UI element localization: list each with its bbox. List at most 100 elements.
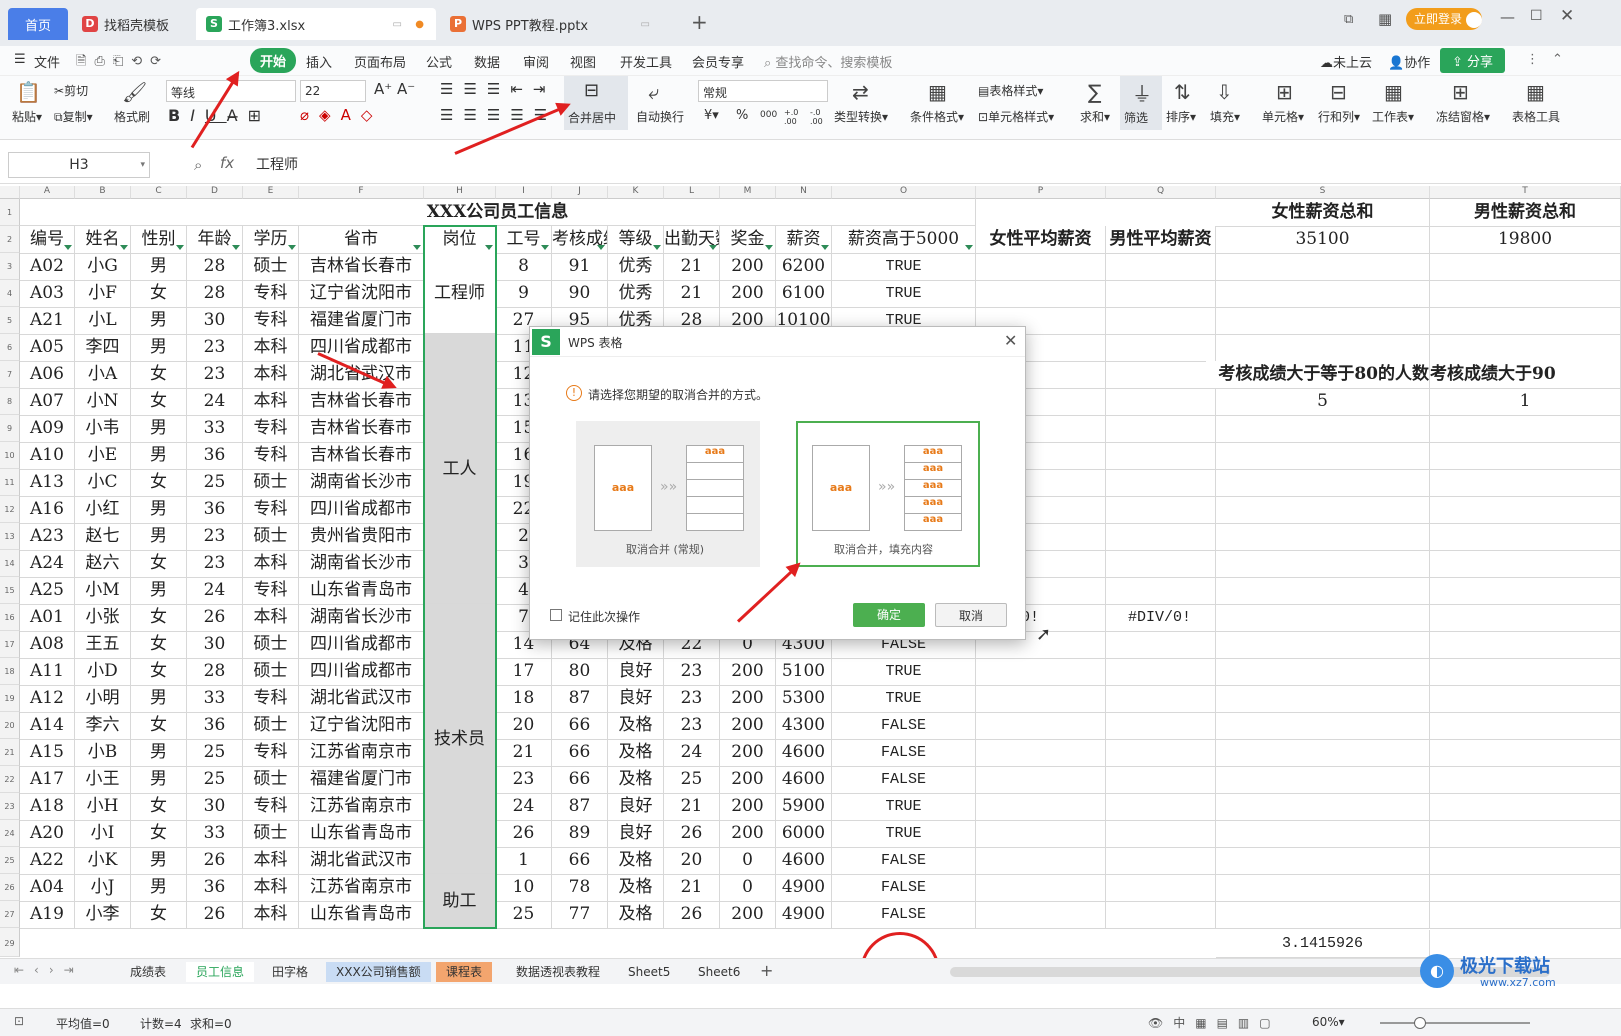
table-cell[interactable]: 200 bbox=[720, 766, 776, 794]
empty-cell[interactable] bbox=[1430, 550, 1621, 578]
table-cell[interactable]: 女 bbox=[131, 793, 187, 821]
empty-cell[interactable] bbox=[1106, 658, 1216, 686]
empty-cell[interactable] bbox=[976, 685, 1106, 713]
table-cell[interactable]: A16 bbox=[20, 496, 75, 524]
table-cell[interactable]: 17 bbox=[496, 658, 552, 686]
type-convert-icon[interactable]: ⇄ bbox=[852, 80, 869, 104]
quick-access-icons[interactable]: 🗎⎙⎗⟲⟳ bbox=[76, 52, 169, 74]
empty-cell[interactable] bbox=[1106, 523, 1216, 551]
empty-cell[interactable] bbox=[1106, 469, 1216, 497]
column-header[interactable]: T bbox=[1430, 186, 1621, 199]
count90-value[interactable]: 1 bbox=[1430, 388, 1621, 416]
table-cell[interactable]: A20 bbox=[20, 820, 75, 848]
row-header[interactable]: 2 bbox=[0, 226, 20, 253]
table-cell[interactable]: A12 bbox=[20, 685, 75, 713]
empty-cell[interactable] bbox=[1106, 334, 1216, 362]
table-cell[interactable]: A09 bbox=[20, 415, 75, 443]
empty-cell[interactable] bbox=[976, 712, 1106, 740]
table-cell[interactable]: 李六 bbox=[75, 712, 131, 740]
column-header[interactable]: F bbox=[299, 186, 424, 199]
empty-cell[interactable] bbox=[1216, 577, 1430, 605]
table-cell[interactable]: A13 bbox=[20, 469, 75, 497]
table-cell[interactable]: 女 bbox=[131, 604, 187, 632]
row-header[interactable]: 21 bbox=[0, 739, 20, 766]
menu-file[interactable]: 文件 bbox=[34, 52, 60, 71]
sheet-tab[interactable]: Sheet5 bbox=[618, 962, 680, 982]
table-cell[interactable]: 本科 bbox=[243, 901, 299, 929]
row-header[interactable]: 29 bbox=[0, 930, 20, 957]
empty-cell[interactable] bbox=[1216, 280, 1430, 308]
table-cell[interactable]: 24 bbox=[664, 739, 720, 767]
tab-docer[interactable]: D 找稻壳模板 bbox=[72, 8, 190, 40]
table-cell[interactable]: 专科 bbox=[243, 739, 299, 767]
column-title[interactable]: 学历 bbox=[243, 226, 299, 254]
table-cell[interactable]: 湖南省长沙市 bbox=[299, 604, 424, 632]
close-window-icon[interactable]: ✕ bbox=[1560, 6, 1574, 26]
table-cell[interactable]: 200 bbox=[720, 739, 776, 767]
empty-cell[interactable] bbox=[1106, 874, 1216, 902]
table-cell[interactable]: 女 bbox=[131, 631, 187, 659]
table-cell[interactable]: 24 bbox=[187, 388, 243, 416]
table-cell[interactable]: 女 bbox=[131, 550, 187, 578]
sort-button[interactable]: 排序▾ bbox=[1166, 108, 1196, 125]
empty-cell[interactable] bbox=[1106, 793, 1216, 821]
table-cell[interactable]: 小I bbox=[75, 820, 131, 848]
table-cell[interactable]: 福建省厦门市 bbox=[299, 766, 424, 794]
column-header[interactable]: I bbox=[496, 186, 552, 199]
table-cell[interactable]: 山东省青岛市 bbox=[299, 901, 424, 929]
format-painter-button[interactable]: 格式刷 bbox=[114, 108, 150, 125]
sheet-tab[interactable]: 员工信息 bbox=[186, 962, 255, 982]
column-header[interactable]: A bbox=[20, 186, 75, 199]
position-merged-cell[interactable]: 技术员 bbox=[424, 604, 496, 874]
row-header[interactable]: 8 bbox=[0, 388, 20, 415]
empty-cell[interactable] bbox=[1106, 307, 1216, 335]
table-cell[interactable]: 男 bbox=[131, 307, 187, 335]
table-cell[interactable]: A17 bbox=[20, 766, 75, 794]
column-title[interactable]: 奖金 bbox=[720, 226, 776, 254]
table-cell[interactable]: A14 bbox=[20, 712, 75, 740]
format-painter-icon[interactable]: 🖌 bbox=[122, 80, 147, 104]
empty-cell[interactable] bbox=[1430, 658, 1621, 686]
row-header[interactable]: 22 bbox=[0, 766, 20, 793]
table-cell[interactable]: FALSE bbox=[832, 766, 976, 794]
table-cell[interactable]: 硕士 bbox=[243, 766, 299, 794]
row-header[interactable]: 6 bbox=[0, 334, 20, 361]
filter-button[interactable]: ⏚ 筛选 bbox=[1120, 76, 1162, 130]
table-cell[interactable]: 90 bbox=[552, 280, 608, 308]
empty-cell[interactable] bbox=[1216, 847, 1430, 875]
column-title[interactable]: 性别 bbox=[131, 226, 187, 254]
row-header[interactable]: 19 bbox=[0, 685, 20, 712]
table-cell[interactable]: A19 bbox=[20, 901, 75, 929]
table-cell[interactable]: 小H bbox=[75, 793, 131, 821]
empty-cell[interactable] bbox=[1106, 496, 1216, 524]
table-cell[interactable]: 硕士 bbox=[243, 712, 299, 740]
cell-style-button[interactable]: ⊡单元格样式▾ bbox=[978, 108, 1054, 125]
empty-cell[interactable] bbox=[976, 874, 1106, 902]
row-header[interactable]: 24 bbox=[0, 820, 20, 847]
row-header[interactable]: 20 bbox=[0, 712, 20, 739]
empty-cell[interactable] bbox=[1430, 307, 1621, 335]
empty-cell[interactable] bbox=[976, 901, 1106, 929]
table-cell[interactable]: 9 bbox=[496, 280, 552, 308]
row-header[interactable]: 17 bbox=[0, 631, 20, 658]
sheet-nav-icons[interactable]: ⇤‹›⇥ bbox=[14, 963, 84, 977]
rowcol-icon[interactable]: ⊟ bbox=[1330, 80, 1347, 104]
paste-button[interactable]: 粘贴▾ bbox=[12, 108, 42, 125]
collapse-ribbon-icon[interactable]: ⌃ bbox=[1552, 52, 1563, 67]
female-sum-header[interactable]: 女性薪资总和 bbox=[1216, 199, 1430, 227]
cut-button[interactable]: ✂剪切 bbox=[54, 82, 88, 99]
table-cell[interactable]: 小A bbox=[75, 361, 131, 389]
collab-button[interactable]: 👤协作 bbox=[1388, 52, 1430, 71]
table-cell[interactable]: 小红 bbox=[75, 496, 131, 524]
thousand-sep-button[interactable]: 000 bbox=[760, 110, 777, 120]
table-cell[interactable]: FALSE bbox=[832, 874, 976, 902]
empty-cell[interactable] bbox=[1106, 766, 1216, 794]
empty-cell[interactable] bbox=[1106, 388, 1216, 416]
empty-cell[interactable] bbox=[1106, 712, 1216, 740]
table-cell[interactable]: 小F bbox=[75, 280, 131, 308]
row-header[interactable]: 25 bbox=[0, 847, 20, 874]
empty-cell[interactable] bbox=[976, 739, 1106, 767]
table-cell[interactable]: A15 bbox=[20, 739, 75, 767]
table-cell[interactable]: 小L bbox=[75, 307, 131, 335]
column-title[interactable]: 考核成绩 bbox=[552, 226, 608, 254]
